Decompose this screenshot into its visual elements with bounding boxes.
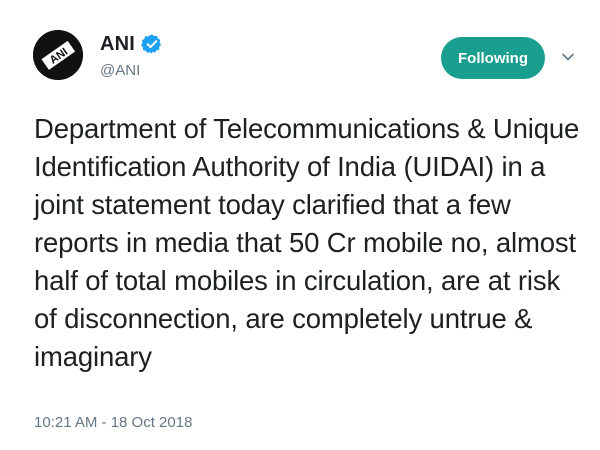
- verified-badge-icon: [141, 34, 162, 54]
- author-display-name[interactable]: ANI: [100, 33, 135, 56]
- author-handle[interactable]: @ANI: [100, 62, 140, 79]
- author-name-row: ANI: [100, 31, 163, 57]
- tweet-text-line: Department of Telecommunications & Uniqu…: [34, 113, 580, 144]
- tweet-card: ANI ANI @ANI Following Department of Tel…: [0, 0, 600, 450]
- tweet-text-line: half of total mobiles in circulation, ar…: [34, 265, 561, 296]
- tweet-text-line: imaginary: [34, 341, 152, 372]
- following-button[interactable]: Following: [441, 37, 545, 79]
- tweet-text-line: reports in media that 50 Cr mobile no, a…: [34, 227, 576, 258]
- tweet-text-line: joint statement today clarified that a f…: [34, 189, 511, 220]
- avatar[interactable]: ANI: [33, 30, 83, 80]
- tweet-text-line: of disconnection, are completely untrue …: [34, 303, 533, 334]
- ani-logo-icon: ANI: [33, 30, 83, 80]
- tweet-text-line: Identification Authority of India (UIDAI…: [34, 151, 546, 182]
- tweet-text: Department of Telecommunications & Uniqu…: [34, 110, 586, 376]
- chevron-down-icon[interactable]: [561, 50, 575, 64]
- tweet-timestamp[interactable]: 10:21 AM - 18 Oct 2018: [34, 414, 192, 431]
